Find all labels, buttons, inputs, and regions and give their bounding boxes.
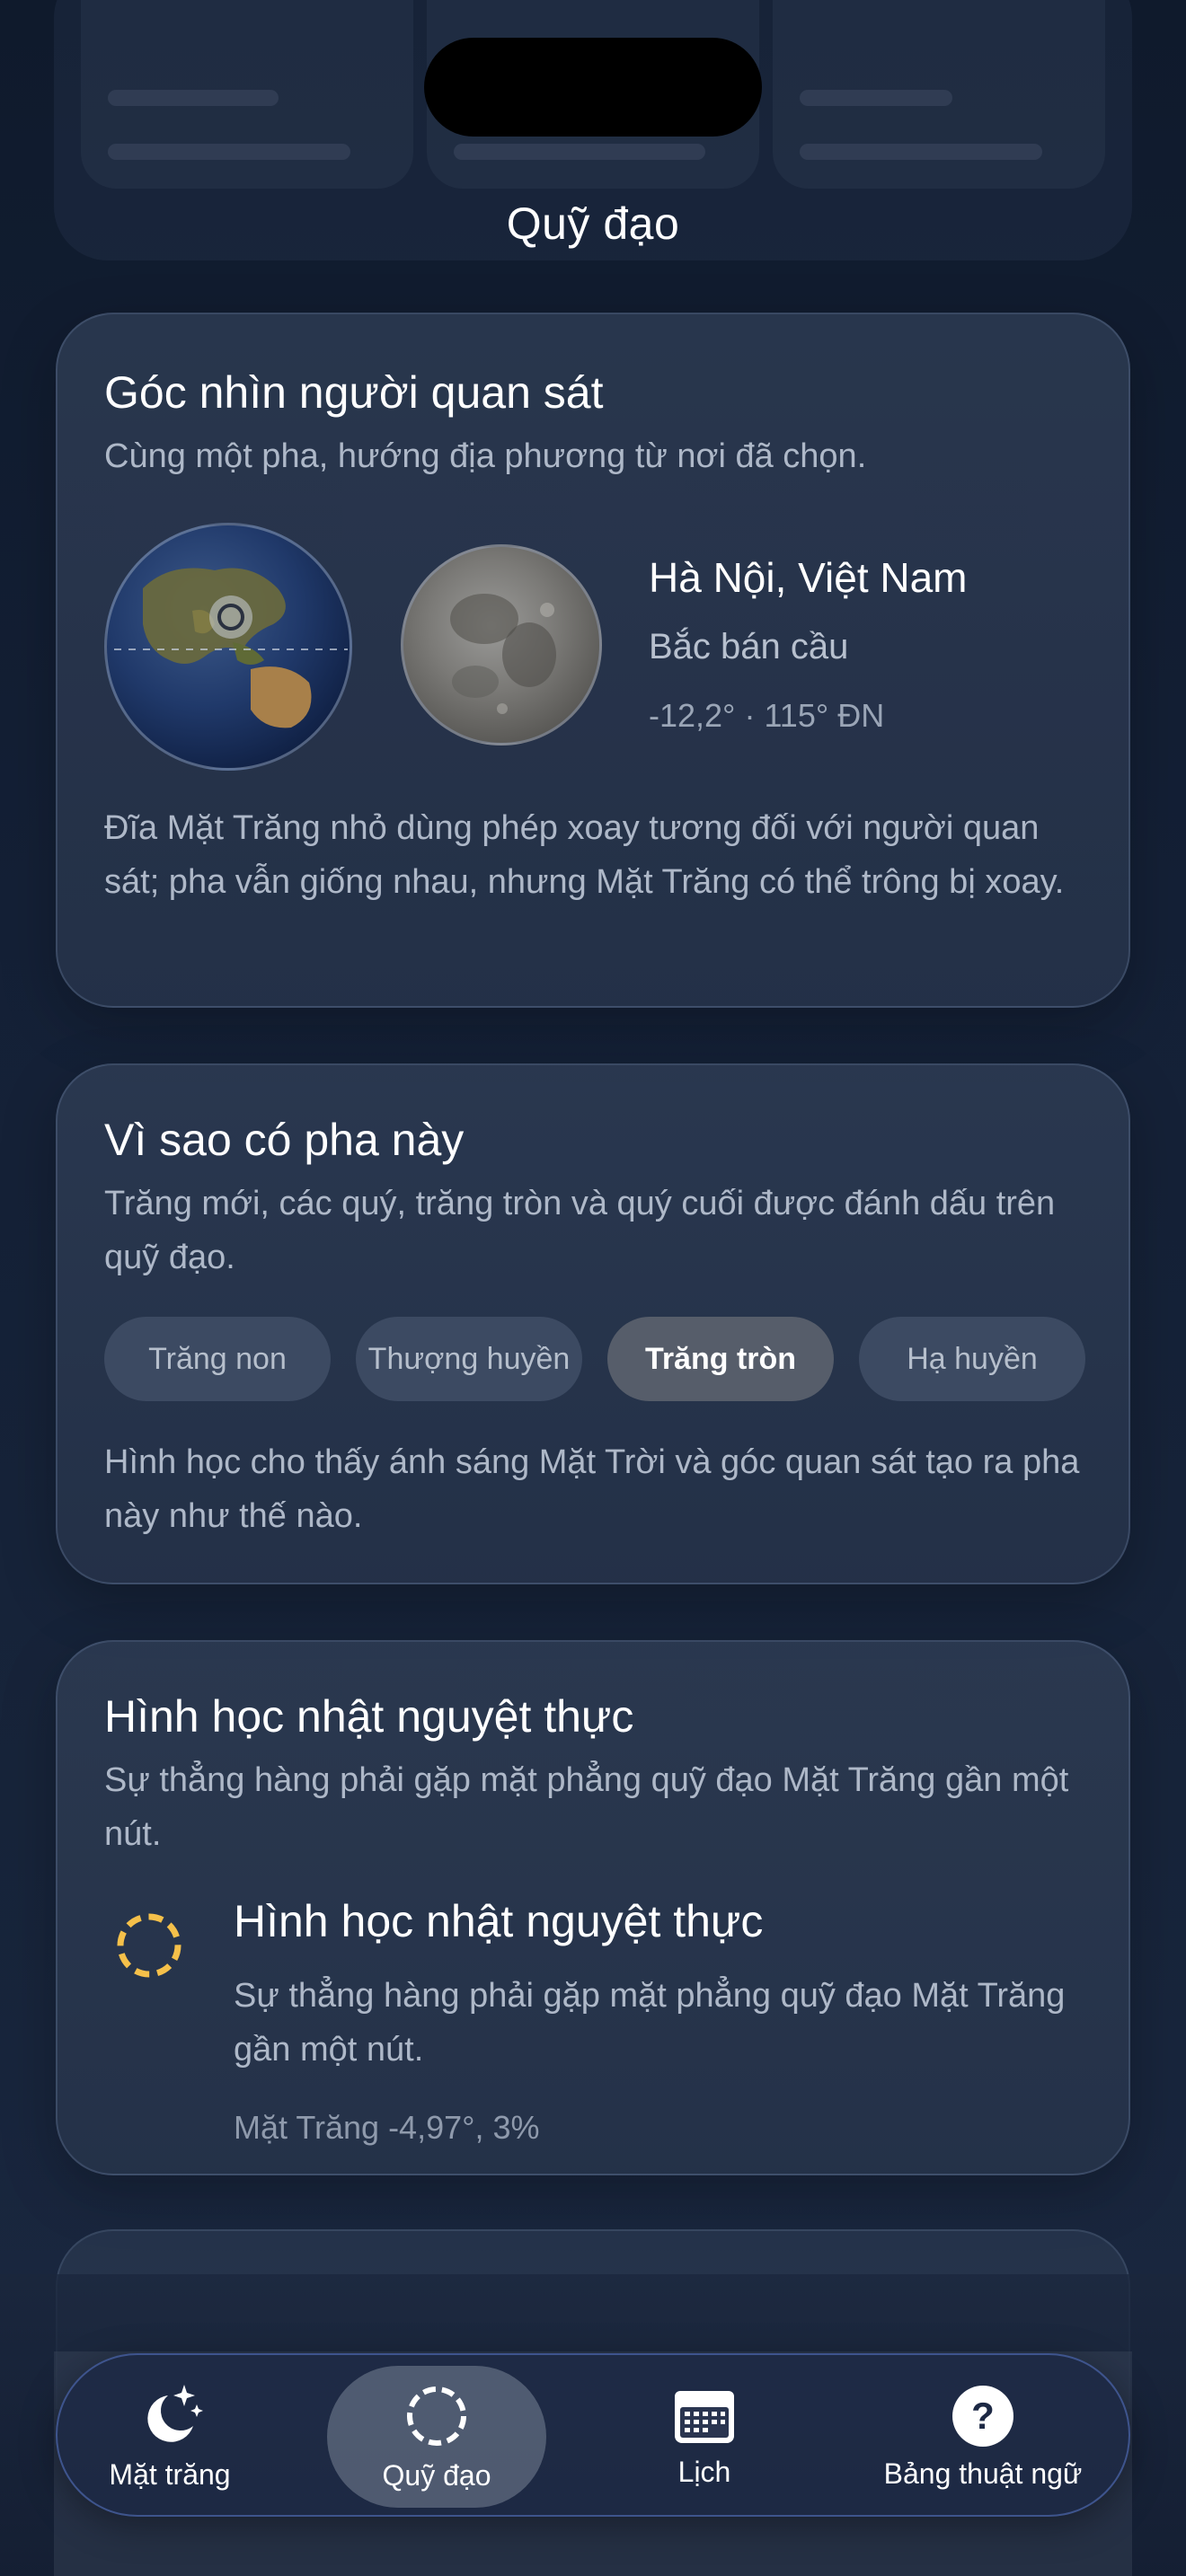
svg-text:?: ? [971,2395,995,2437]
moon-surface-icon [450,594,556,714]
ghost-text [800,144,1042,160]
coordinates-label: -12,2° · 115° ĐN [649,697,885,734]
page-title: Quỹ đạo [506,198,680,249]
tab-label: Bảng thuật ngữ [883,2457,1083,2490]
card-title: Góc nhìn người quan sát [104,367,604,418]
ghost-text [800,90,952,106]
chip-new-moon[interactable]: Trăng non [104,1317,331,1401]
earth-globe [104,523,352,771]
moon-stars-icon [147,2384,203,2442]
chip-full-moon[interactable]: Trăng tròn [607,1317,834,1401]
eclipse-geometry-card: Hình học nhật nguyệt thực Sự thẳng hàng … [56,1640,1130,2175]
card-title: Vì sao có pha này [104,1115,465,1165]
tab-label: Quỹ đạo [382,2458,491,2492]
tab-label: Lịch [677,2455,731,2488]
orbit-ring-icon [407,2386,466,2446]
observer-view-card: Góc nhìn người quan sát Cùng một pha, hư… [56,313,1130,1008]
moon-disc [401,544,602,745]
dynamic-island [424,38,762,137]
calendar-icon [675,2390,734,2443]
tab-glossary[interactable]: ? Bảng thuật ngữ [848,2366,1118,2508]
card-subtitle: Sự thẳng hàng phải gặp mặt phẳng quỹ đạo… [104,1761,1069,1853]
hemisphere-label: Bắc bán cầu [649,627,849,666]
card-subtitle: Cùng một pha, hướng địa phương từ nơi đã… [104,437,867,475]
observer-note: Đĩa Mặt Trăng nhỏ dùng phép xoay tương đ… [104,809,1065,901]
location-name: Hà Nội, Việt Nam [649,554,968,601]
earth-map-icon [114,568,348,728]
eclipse-item-meta: Mặt Trăng -4,97°, 3% [234,2109,540,2146]
card-subtitle: Trăng mới, các quý, trăng tròn và quý cu… [104,1185,1056,1276]
tab-bar: Mặt trăng Quỹ đạo Lịch ? Bảng thuật ngữ [56,2353,1130,2517]
phase-explanation-card: Vì sao có pha này Trăng mới, các quý, tr… [56,1063,1130,1584]
phase-note: Hình học cho thấy ánh sáng Mặt Trời và g… [104,1443,1080,1535]
ghost-text [108,90,279,106]
tab-calendar[interactable]: Lịch [615,2366,794,2508]
chip-first-quarter[interactable]: Thượng huyền [356,1317,582,1401]
phase-chips: Trăng non Thượng huyền Trăng tròn Hạ huy… [104,1317,1087,1401]
eclipse-item-subtitle: Sự thẳng hàng phải gặp mặt phẳng quỹ đạo… [234,1977,1066,2069]
question-icon: ? [952,2385,1013,2447]
dashed-ring-icon [117,1913,181,1978]
tab-moon[interactable]: Mặt trăng [75,2366,264,2508]
ghost-text [454,144,705,160]
ghost-text [108,144,350,160]
card-title: Hình học nhật nguyệt thực [104,1691,634,1742]
tab-label: Mặt trăng [109,2457,231,2491]
tab-orbit[interactable]: Quỹ đạo [327,2366,546,2508]
chip-last-quarter[interactable]: Hạ huyền [859,1317,1085,1401]
eclipse-item-title: Hình học nhật nguyệt thực [234,1896,764,1946]
